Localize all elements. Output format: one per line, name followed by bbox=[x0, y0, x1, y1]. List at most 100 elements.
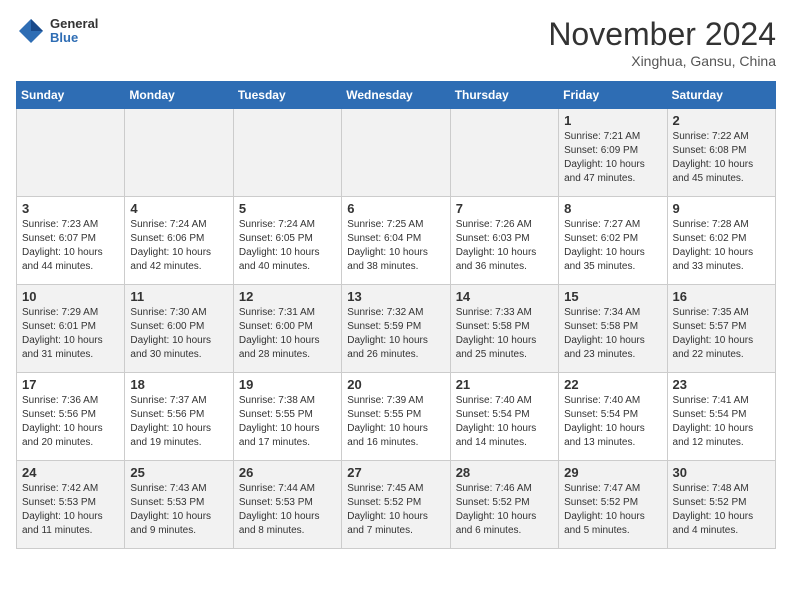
calendar-cell: 19Sunrise: 7:38 AMSunset: 5:55 PMDayligh… bbox=[233, 373, 341, 461]
day-number: 24 bbox=[22, 465, 119, 480]
weekday-header: Wednesday bbox=[342, 82, 450, 109]
day-info: Sunrise: 7:29 AMSunset: 6:01 PMDaylight:… bbox=[22, 306, 119, 362]
day-number: 30 bbox=[673, 465, 770, 480]
day-info: Sunrise: 7:45 AMSunset: 5:52 PMDaylight:… bbox=[347, 482, 444, 538]
day-number: 17 bbox=[22, 377, 119, 392]
day-info: Sunrise: 7:39 AMSunset: 5:55 PMDaylight:… bbox=[347, 394, 444, 450]
day-number: 5 bbox=[239, 201, 336, 216]
calendar-cell bbox=[450, 109, 558, 197]
day-number: 14 bbox=[456, 289, 553, 304]
weekday-header: Thursday bbox=[450, 82, 558, 109]
calendar-cell: 22 Sunrise: 7:40 AMSunset: 5:54 PMDayligh… bbox=[559, 373, 667, 461]
weekday-row: SundayMondayTuesdayWednesdayThursdayFrid… bbox=[17, 82, 776, 109]
calendar-cell: 11 Sunrise: 7:30 AMSunset: 6:00 PMDayligh… bbox=[125, 285, 233, 373]
day-info: Sunrise: 7:46 AMSunset: 5:52 PMDaylight:… bbox=[456, 482, 553, 538]
title-block: November 2024 Xinghua, Gansu, China bbox=[548, 16, 776, 69]
day-info: Sunrise: 7:40 AMSunset: 5:54 PMDaylight:… bbox=[564, 394, 661, 450]
day-info: Sunrise: 7:42 AMSunset: 5:53 PMDaylight:… bbox=[22, 482, 119, 538]
calendar-cell bbox=[342, 109, 450, 197]
day-number: 19 bbox=[239, 377, 336, 392]
day-info: Sunrise: 7:30 AMSunset: 6:00 PMDaylight:… bbox=[130, 306, 227, 362]
calendar-table: SundayMondayTuesdayWednesdayThursdayFrid… bbox=[16, 81, 776, 549]
location-subtitle: Xinghua, Gansu, China bbox=[548, 53, 776, 69]
calendar-week-row: 24 Sunrise: 7:42 AMSunset: 5:53 PMDayligh… bbox=[17, 461, 776, 549]
calendar-cell: 20Sunrise: 7:39 AMSunset: 5:55 PMDayligh… bbox=[342, 373, 450, 461]
calendar-cell: 28Sunrise: 7:46 AMSunset: 5:52 PMDayligh… bbox=[450, 461, 558, 549]
calendar-cell bbox=[233, 109, 341, 197]
day-number: 15 bbox=[564, 289, 661, 304]
day-number: 21 bbox=[456, 377, 553, 392]
calendar-cell: 30 Sunrise: 7:48 AMSunset: 5:52 PMDayligh… bbox=[667, 461, 775, 549]
day-number: 11 bbox=[130, 289, 227, 304]
calendar-cell: 1 Sunrise: 7:21 AMSunset: 6:09 PMDaylight… bbox=[559, 109, 667, 197]
calendar-cell: 25 Sunrise: 7:43 AMSunset: 5:53 PMDayligh… bbox=[125, 461, 233, 549]
month-title: November 2024 bbox=[548, 16, 776, 53]
day-number: 23 bbox=[673, 377, 770, 392]
day-info: Sunrise: 7:47 AMSunset: 5:52 PMDaylight:… bbox=[564, 482, 661, 538]
day-number: 3 bbox=[22, 201, 119, 216]
day-number: 10 bbox=[22, 289, 119, 304]
day-number: 27 bbox=[347, 465, 444, 480]
calendar-cell: 3 Sunrise: 7:23 AMSunset: 6:07 PMDaylight… bbox=[17, 197, 125, 285]
calendar-cell: 9Sunrise: 7:28 AMSunset: 6:02 PMDaylight… bbox=[667, 197, 775, 285]
calendar-cell: 4Sunrise: 7:24 AMSunset: 6:06 PMDaylight… bbox=[125, 197, 233, 285]
day-info: Sunrise: 7:21 AMSunset: 6:09 PMDaylight:… bbox=[564, 130, 661, 186]
weekday-header: Monday bbox=[125, 82, 233, 109]
calendar-cell: 24 Sunrise: 7:42 AMSunset: 5:53 PMDayligh… bbox=[17, 461, 125, 549]
day-number: 9 bbox=[673, 201, 770, 216]
calendar-cell: 16 Sunrise: 7:35 AMSunset: 5:57 PMDayligh… bbox=[667, 285, 775, 373]
day-info: Sunrise: 7:25 AMSunset: 6:04 PMDaylight:… bbox=[347, 218, 444, 274]
day-info: Sunrise: 7:27 AMSunset: 6:02 PMDaylight:… bbox=[564, 218, 661, 274]
day-info: Sunrise: 7:26 AMSunset: 6:03 PMDaylight:… bbox=[456, 218, 553, 274]
day-number: 16 bbox=[673, 289, 770, 304]
day-number: 7 bbox=[456, 201, 553, 216]
calendar-body: 1 Sunrise: 7:21 AMSunset: 6:09 PMDaylight… bbox=[17, 109, 776, 549]
day-info: Sunrise: 7:37 AMSunset: 5:56 PMDaylight:… bbox=[130, 394, 227, 450]
calendar-cell: 13Sunrise: 7:32 AMSunset: 5:59 PMDayligh… bbox=[342, 285, 450, 373]
day-number: 18 bbox=[130, 377, 227, 392]
calendar-cell: 2Sunrise: 7:22 AMSunset: 6:08 PMDaylight… bbox=[667, 109, 775, 197]
day-info: Sunrise: 7:32 AMSunset: 5:59 PMDaylight:… bbox=[347, 306, 444, 362]
calendar-header: SundayMondayTuesdayWednesdayThursdayFrid… bbox=[17, 82, 776, 109]
calendar-week-row: 10 Sunrise: 7:29 AMSunset: 6:01 PMDayligh… bbox=[17, 285, 776, 373]
day-info: Sunrise: 7:33 AMSunset: 5:58 PMDaylight:… bbox=[456, 306, 553, 362]
weekday-header: Tuesday bbox=[233, 82, 341, 109]
calendar-cell: 8Sunrise: 7:27 AMSunset: 6:02 PMDaylight… bbox=[559, 197, 667, 285]
day-info: Sunrise: 7:44 AMSunset: 5:53 PMDaylight:… bbox=[239, 482, 336, 538]
day-number: 12 bbox=[239, 289, 336, 304]
day-number: 25 bbox=[130, 465, 227, 480]
day-number: 22 bbox=[564, 377, 661, 392]
calendar-cell: 10 Sunrise: 7:29 AMSunset: 6:01 PMDayligh… bbox=[17, 285, 125, 373]
calendar-cell: 12 Sunrise: 7:31 AMSunset: 6:00 PMDayligh… bbox=[233, 285, 341, 373]
day-info: Sunrise: 7:24 AMSunset: 6:05 PMDaylight:… bbox=[239, 218, 336, 274]
day-info: Sunrise: 7:36 AMSunset: 5:56 PMDaylight:… bbox=[22, 394, 119, 450]
day-number: 6 bbox=[347, 201, 444, 216]
day-info: Sunrise: 7:35 AMSunset: 5:57 PMDaylight:… bbox=[673, 306, 770, 362]
day-info: Sunrise: 7:40 AMSunset: 5:54 PMDaylight:… bbox=[456, 394, 553, 450]
calendar-cell: 21 Sunrise: 7:40 AMSunset: 5:54 PMDayligh… bbox=[450, 373, 558, 461]
logo-text: General Blue bbox=[50, 17, 98, 46]
calendar-cell: 27 Sunrise: 7:45 AMSunset: 5:52 PMDayligh… bbox=[342, 461, 450, 549]
calendar-cell: 5 Sunrise: 7:24 AMSunset: 6:05 PMDaylight… bbox=[233, 197, 341, 285]
day-info: Sunrise: 7:23 AMSunset: 6:07 PMDaylight:… bbox=[22, 218, 119, 274]
calendar-cell bbox=[125, 109, 233, 197]
logo-general: General bbox=[50, 17, 98, 31]
day-info: Sunrise: 7:43 AMSunset: 5:53 PMDaylight:… bbox=[130, 482, 227, 538]
calendar-week-row: 3 Sunrise: 7:23 AMSunset: 6:07 PMDaylight… bbox=[17, 197, 776, 285]
day-number: 29 bbox=[564, 465, 661, 480]
calendar-cell: 18 Sunrise: 7:37 AMSunset: 5:56 PMDayligh… bbox=[125, 373, 233, 461]
day-number: 1 bbox=[564, 113, 661, 128]
day-info: Sunrise: 7:48 AMSunset: 5:52 PMDaylight:… bbox=[673, 482, 770, 538]
calendar-cell bbox=[17, 109, 125, 197]
day-info: Sunrise: 7:31 AMSunset: 6:00 PMDaylight:… bbox=[239, 306, 336, 362]
day-number: 4 bbox=[130, 201, 227, 216]
page-header: General Blue November 2024 Xinghua, Gans… bbox=[16, 16, 776, 69]
calendar-cell: 26Sunrise: 7:44 AMSunset: 5:53 PMDayligh… bbox=[233, 461, 341, 549]
logo-blue: Blue bbox=[50, 31, 98, 45]
weekday-header: Saturday bbox=[667, 82, 775, 109]
calendar-cell: 14 Sunrise: 7:33 AMSunset: 5:58 PMDayligh… bbox=[450, 285, 558, 373]
calendar-week-row: 17 Sunrise: 7:36 AMSunset: 5:56 PMDayligh… bbox=[17, 373, 776, 461]
logo-icon bbox=[16, 16, 46, 46]
weekday-header: Friday bbox=[559, 82, 667, 109]
calendar-week-row: 1 Sunrise: 7:21 AMSunset: 6:09 PMDaylight… bbox=[17, 109, 776, 197]
